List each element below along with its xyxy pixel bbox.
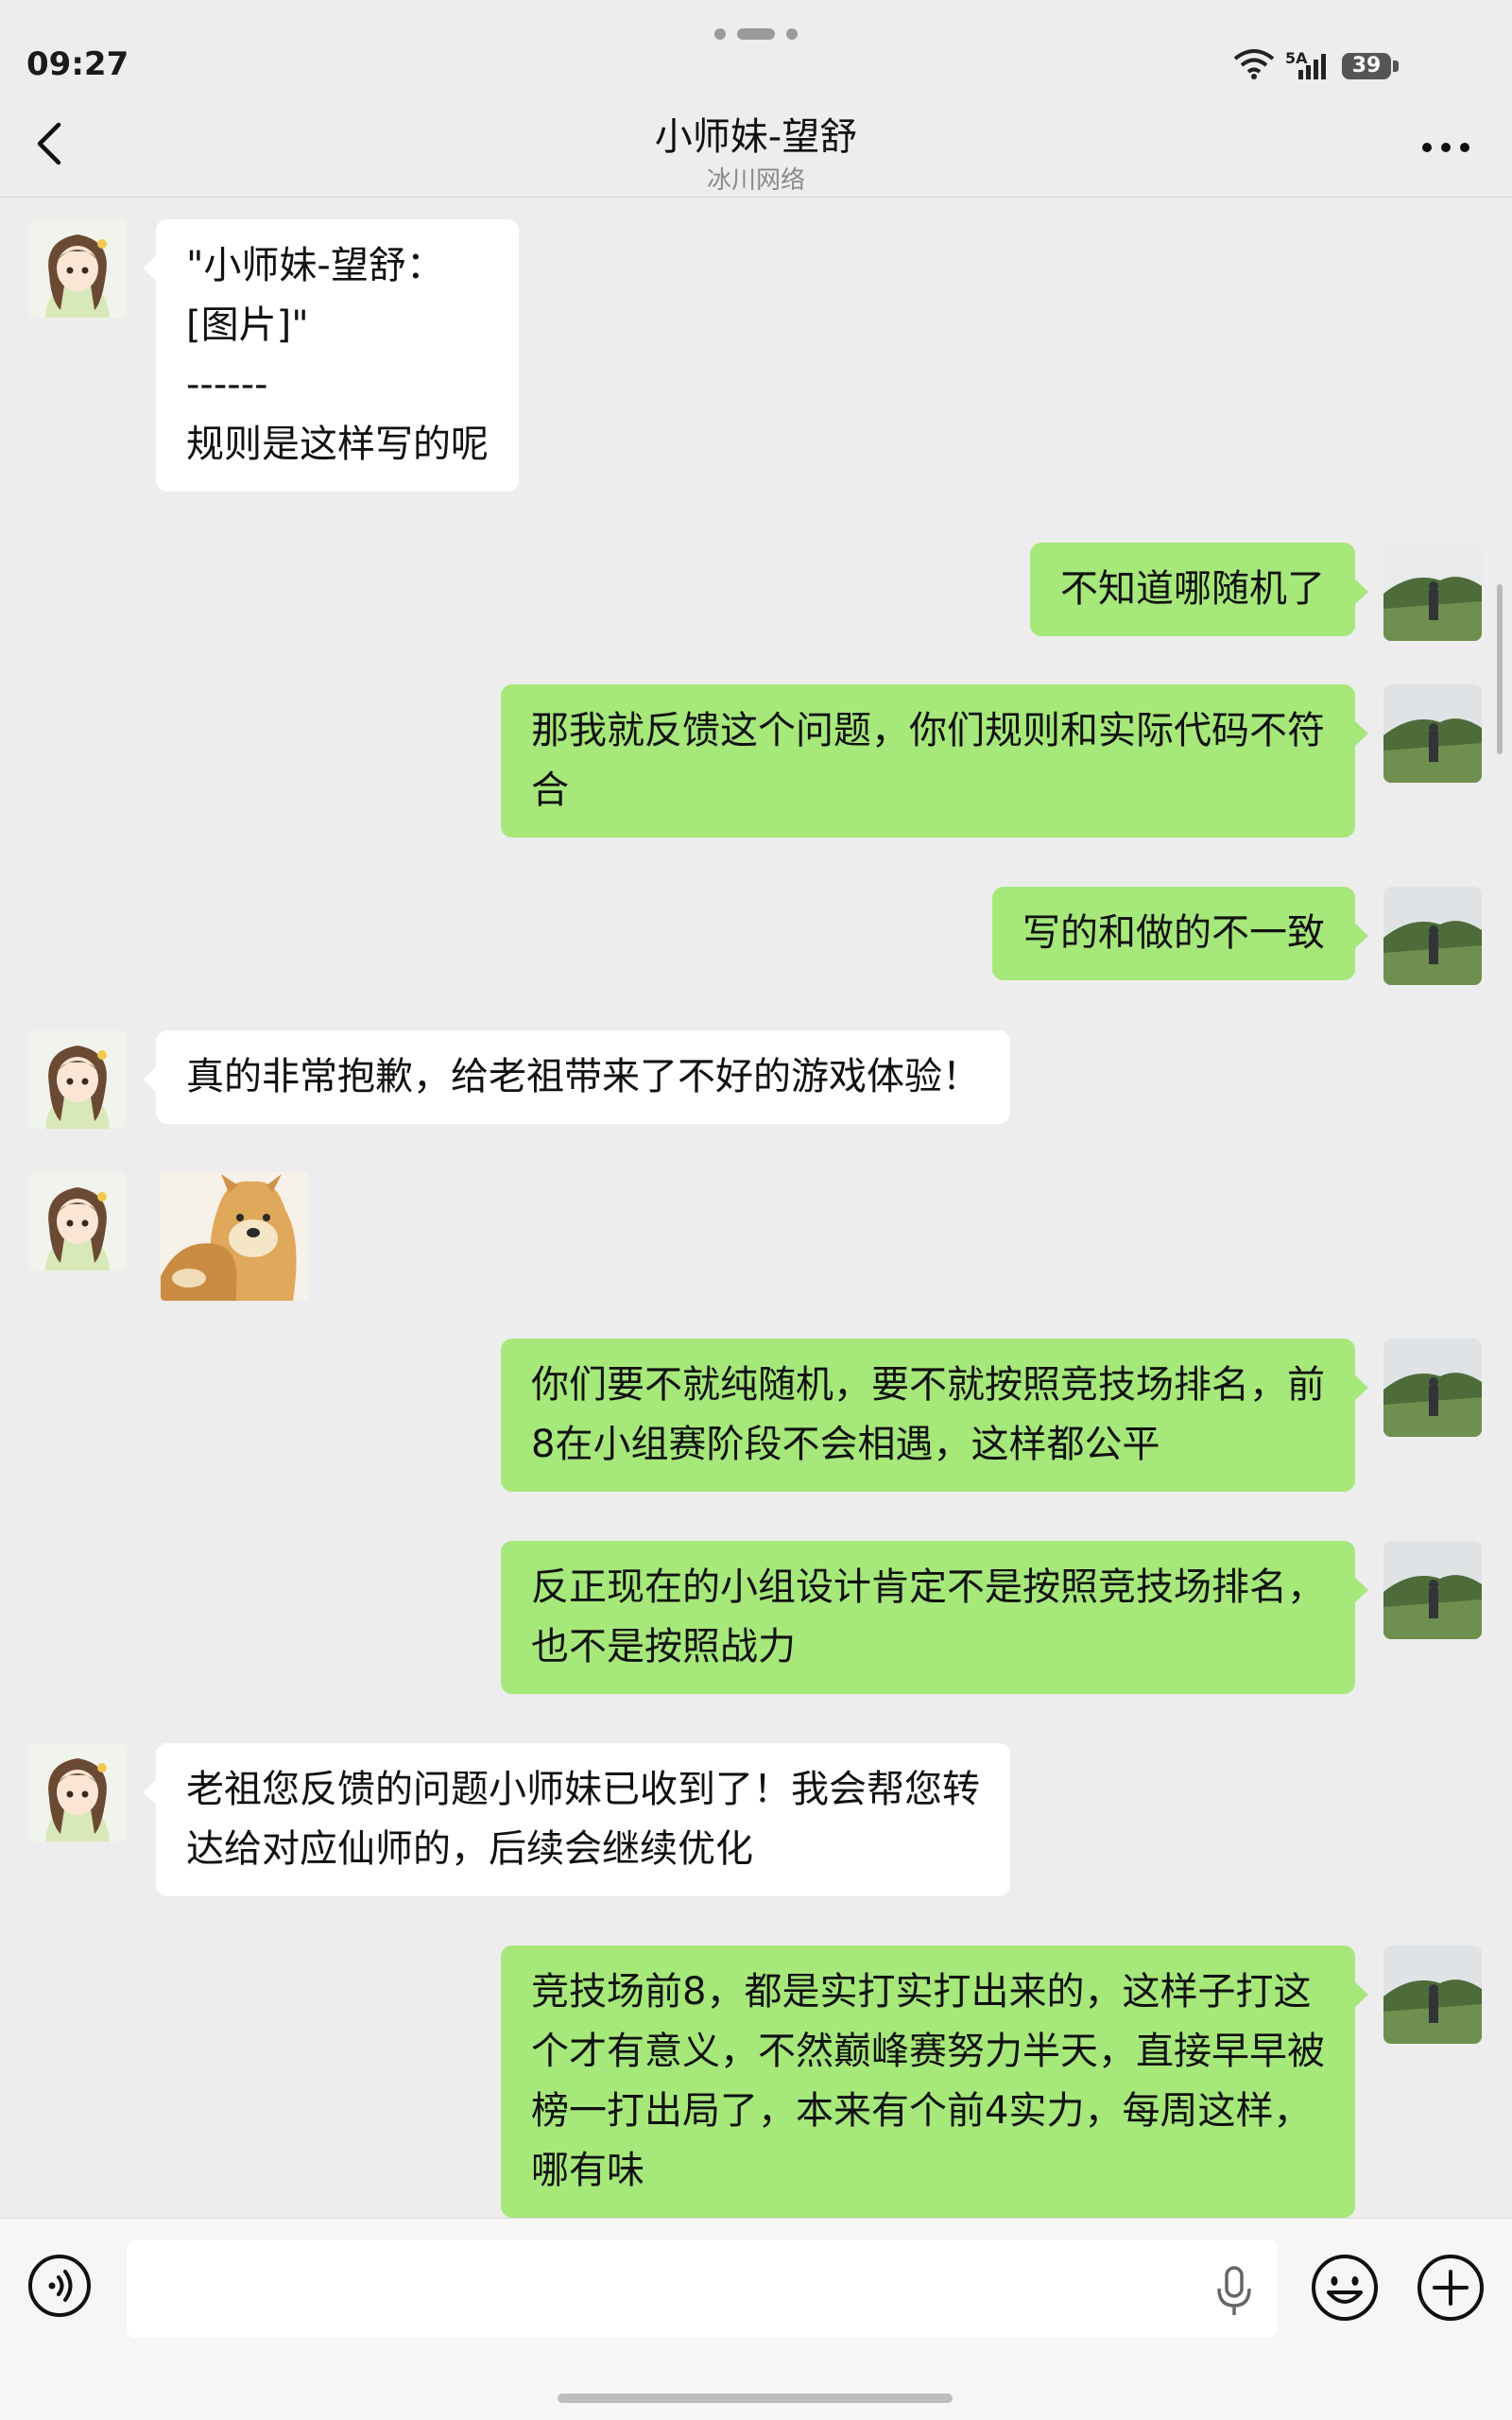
scrollbar-thumb[interactable] <box>1497 584 1503 754</box>
battery-level: 39 <box>1342 53 1391 79</box>
chat-screen: 09:27 5A 39 小师妹-望舒 冰川网络 "小师妹-望舒： [图片]" -… <box>0 0 1512 2420</box>
contact-avatar[interactable] <box>28 1030 127 1129</box>
user-avatar[interactable] <box>1383 1541 1482 1639</box>
plus-icon <box>1418 2255 1484 2321</box>
plus-button[interactable] <box>1416 2253 1486 2323</box>
outgoing-message-bubble[interactable]: 那我就反馈这个问题，你们规则和实际代码不符 合 <box>501 684 1368 838</box>
chat-subtitle: 冰川网络 <box>706 166 805 195</box>
outgoing-message-bubble[interactable]: 写的和做的不一致 <box>992 887 1368 980</box>
incoming-message-bubble[interactable]: "小师妹-望舒： [图片]" ------ 规则是这样写的呢 <box>143 219 519 492</box>
more-button[interactable] <box>1418 119 1474 176</box>
outgoing-message-bubble[interactable]: 你们要不就纯随机，要不就按照竞技场排名，前 8在小组赛阶段不会相遇，这样都公平 <box>501 1339 1368 1492</box>
outgoing-message-bubble[interactable]: 反正现在的小组设计肯定不是按照竞技场排名， 也不是按照战力 <box>501 1541 1368 1694</box>
chat-title: 小师妹-望舒 <box>654 115 858 159</box>
outgoing-message-bubble[interactable]: 不知道哪随机了 <box>1030 543 1368 636</box>
incoming-message-bubble[interactable]: 真的非常抱歉，给老祖带来了不好的游戏体验！ <box>143 1030 1010 1124</box>
status-time: 09:27 <box>26 45 129 83</box>
microphone-icon[interactable] <box>1211 2264 1257 2317</box>
signal-icon <box>1298 54 1326 79</box>
doge-sticker[interactable] <box>161 1172 308 1301</box>
more-dots-icon <box>1422 143 1469 152</box>
emoji-icon <box>1312 2255 1378 2321</box>
incoming-message-bubble[interactable]: 老祖您反馈的问题小师妹已收到了！我会帮您转 达给对应仙师的，后续会继续优化 <box>143 1743 1010 1896</box>
contact-avatar[interactable] <box>28 219 127 318</box>
wifi-icon <box>1233 49 1275 79</box>
contact-avatar[interactable] <box>28 1172 127 1270</box>
voice-icon <box>28 2255 91 2317</box>
emoji-button[interactable] <box>1310 2253 1380 2323</box>
input-bar <box>0 2218 1512 2420</box>
battery-icon <box>1393 60 1399 72</box>
voice-button[interactable] <box>26 2253 93 2319</box>
chat-header: 小师妹-望舒 冰川网络 <box>0 95 1512 198</box>
home-indicator[interactable] <box>558 2394 953 2403</box>
user-avatar[interactable] <box>1383 887 1482 985</box>
user-avatar[interactable] <box>1383 1945 1482 2044</box>
contact-avatar[interactable] <box>28 1743 127 1841</box>
multitask-dots-icon[interactable] <box>714 26 799 42</box>
message-input[interactable] <box>127 2239 1278 2338</box>
user-avatar[interactable] <box>1383 543 1482 641</box>
status-bar: 09:27 5A 39 <box>0 0 1512 104</box>
user-avatar[interactable] <box>1383 1339 1482 1437</box>
outgoing-message-bubble[interactable]: 竞技场前8，都是实打实打出来的，这样子打这 个才有意义，不然巅峰赛努力半天，直接… <box>501 1945 1368 2218</box>
user-avatar[interactable] <box>1383 684 1482 783</box>
